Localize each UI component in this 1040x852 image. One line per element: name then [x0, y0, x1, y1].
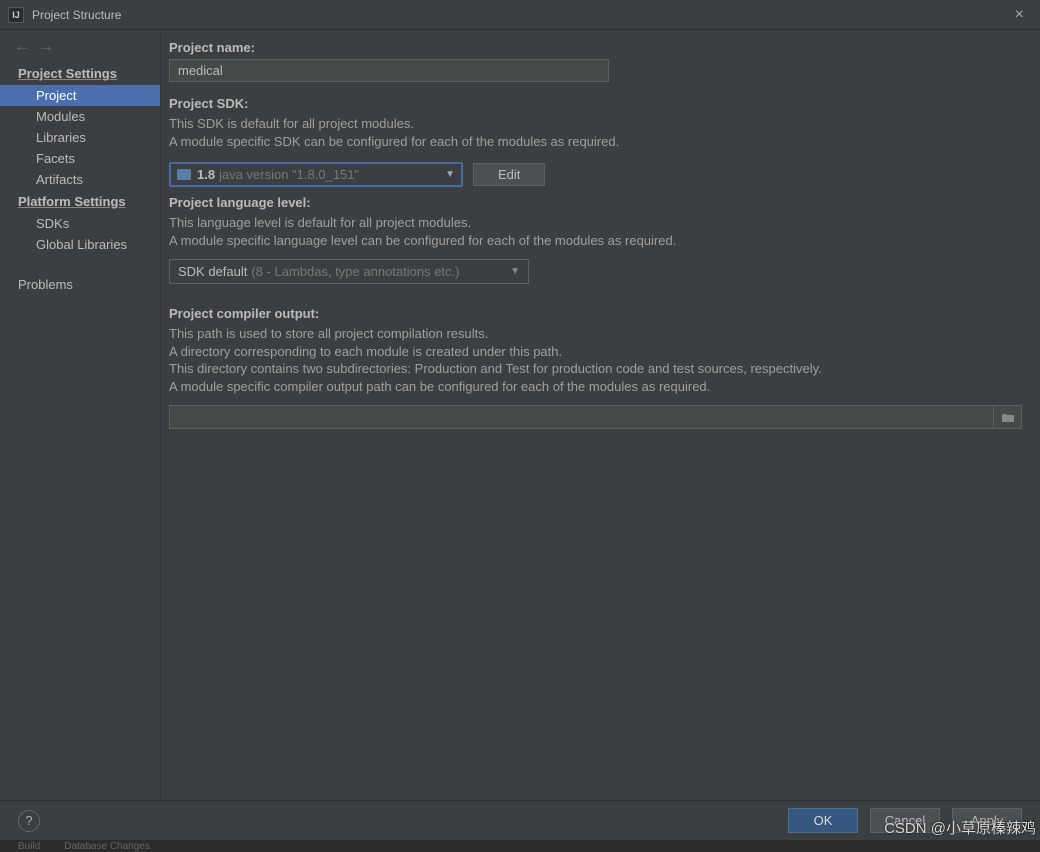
chevron-down-icon: ▼ [445, 169, 455, 180]
help-icon[interactable]: ? [18, 810, 40, 832]
apply-button[interactable]: Apply [952, 808, 1022, 833]
sidebar-category-platform: Platform Settings [0, 190, 160, 213]
edit-sdk-button[interactable]: Edit [473, 163, 545, 186]
language-level-combo[interactable]: SDK default (8 - Lambdas, type annotatio… [169, 259, 529, 284]
lang-level-value: SDK default [178, 264, 247, 279]
sdk-help-2: A module specific SDK can be configured … [169, 133, 1022, 151]
content-pane: Project name: Project SDK: This SDK is d… [161, 30, 1040, 800]
compiler-output-label: Project compiler output: [169, 306, 1022, 321]
dialog-body: ← → Project Settings Project Modules Lib… [0, 30, 1040, 800]
forward-icon[interactable]: → [34, 38, 58, 56]
sidebar-item-modules[interactable]: Modules [0, 106, 160, 127]
cancel-button[interactable]: Cancel [870, 808, 940, 833]
app-icon: IJ [8, 7, 24, 23]
sidebar: ← → Project Settings Project Modules Lib… [0, 30, 161, 800]
out-help-3: This directory contains two subdirectori… [169, 360, 1022, 378]
out-help-2: A directory corresponding to each module… [169, 343, 1022, 361]
out-help-1: This path is used to store all project c… [169, 325, 1022, 343]
close-icon[interactable]: × [1007, 6, 1032, 24]
sdk-help-1: This SDK is default for all project modu… [169, 115, 1022, 133]
sidebar-category-project: Project Settings [0, 62, 160, 85]
sidebar-item-problems[interactable]: Problems [0, 273, 160, 296]
project-sdk-combo[interactable]: 1.8 java version "1.8.0_151" ▼ [169, 162, 463, 187]
compiler-output-input[interactable] [169, 405, 994, 429]
lang-help-1: This language level is default for all p… [169, 214, 1022, 232]
ok-button[interactable]: OK [788, 808, 858, 833]
back-icon[interactable]: ← [10, 38, 34, 56]
project-name-input[interactable] [169, 59, 609, 82]
sidebar-item-artifacts[interactable]: Artifacts [0, 169, 160, 190]
status-db: Database Changes [64, 841, 150, 852]
status-build: Build [18, 841, 40, 852]
lang-level-detail: (8 - Lambdas, type annotations etc.) [251, 264, 459, 279]
lang-help-2: A module specific language level can be … [169, 232, 1022, 250]
project-name-label: Project name: [169, 40, 1022, 55]
out-help-4: A module specific compiler output path c… [169, 378, 1022, 396]
sdk-name: 1.8 [197, 167, 215, 182]
sidebar-item-sdks[interactable]: SDKs [0, 213, 160, 234]
nav-arrows: ← → [0, 32, 160, 62]
project-sdk-label: Project SDK: [169, 96, 1022, 111]
chevron-down-icon: ▼ [510, 266, 520, 277]
dialog-footer: ? OK Cancel Apply [0, 800, 1040, 840]
browse-icon[interactable] [994, 405, 1022, 429]
sidebar-item-libraries[interactable]: Libraries [0, 127, 160, 148]
status-bar: Build Database Changes [0, 840, 1040, 852]
sidebar-item-facets[interactable]: Facets [0, 148, 160, 169]
window-title: Project Structure [32, 8, 121, 22]
lang-level-label: Project language level: [169, 195, 1022, 210]
sidebar-item-global-libraries[interactable]: Global Libraries [0, 234, 160, 255]
sidebar-item-project[interactable]: Project [0, 85, 160, 106]
folder-icon [177, 169, 191, 180]
titlebar: IJ Project Structure × [0, 0, 1040, 30]
sdk-version: java version "1.8.0_151" [219, 167, 359, 182]
